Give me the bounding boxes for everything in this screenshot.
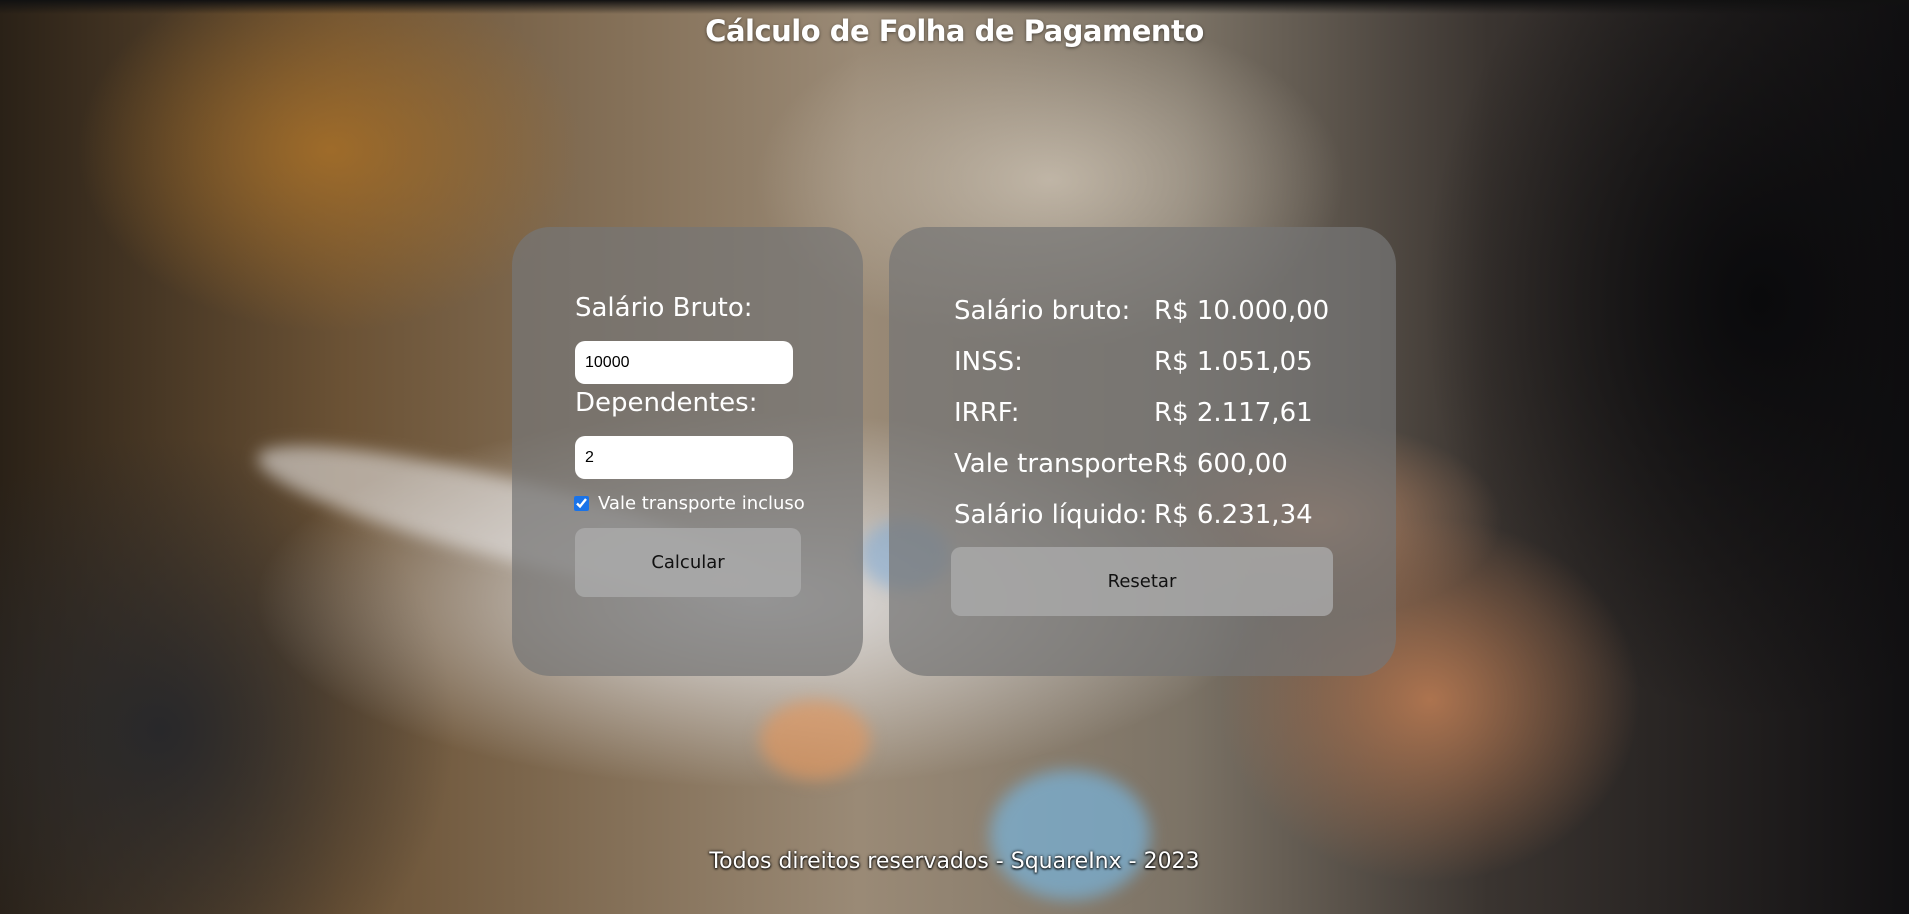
result-label: IRRF: [954, 398, 1020, 428]
result-value: R$ 6.231,34 [1154, 500, 1313, 530]
result-value: R$ 2.117,61 [1154, 398, 1313, 428]
result-label: Vale transporte: [954, 449, 1163, 479]
reset-button[interactable]: Resetar [951, 547, 1333, 616]
results-card: Salário bruto: R$ 10.000,00 INSS: R$ 1.051… [889, 227, 1396, 676]
calculate-button[interactable]: Calcular [575, 528, 801, 597]
result-row-gross: Salário bruto: R$ 10.000,00 [954, 296, 1329, 326]
transport-option: Vale transporte incluso [574, 493, 805, 514]
result-row-irrf: IRRF: R$ 2.117,61 [954, 398, 1313, 428]
transport-checkbox-label[interactable]: Vale transporte incluso [598, 493, 805, 514]
result-label: Salário bruto: [954, 296, 1131, 326]
result-row-net: Salário líquido: R$ 6.231,34 [954, 500, 1313, 530]
result-label: INSS: [954, 347, 1023, 377]
dependents-input[interactable] [575, 436, 793, 479]
salary-input[interactable] [575, 341, 793, 384]
result-value: R$ 1.051,05 [1154, 347, 1313, 377]
result-label: Salário líquido: [954, 500, 1148, 530]
dependents-label: Dependentes: [575, 388, 758, 418]
input-card: Salário Bruto: Dependentes: Vale transpo… [512, 227, 863, 676]
result-row-transport: Vale transporte:R$ 600,00 [954, 449, 1288, 479]
salary-label: Salário Bruto: [575, 293, 753, 323]
result-value: R$ 600,00 [1154, 449, 1288, 479]
page-title: Cálculo de Folha de Pagamento [705, 14, 1204, 48]
footer-text: Todos direitos reservados - SquareInx - … [709, 849, 1200, 874]
transport-checkbox[interactable] [574, 496, 589, 511]
result-row-inss: INSS: R$ 1.051,05 [954, 347, 1313, 377]
result-value: R$ 10.000,00 [1154, 296, 1330, 326]
